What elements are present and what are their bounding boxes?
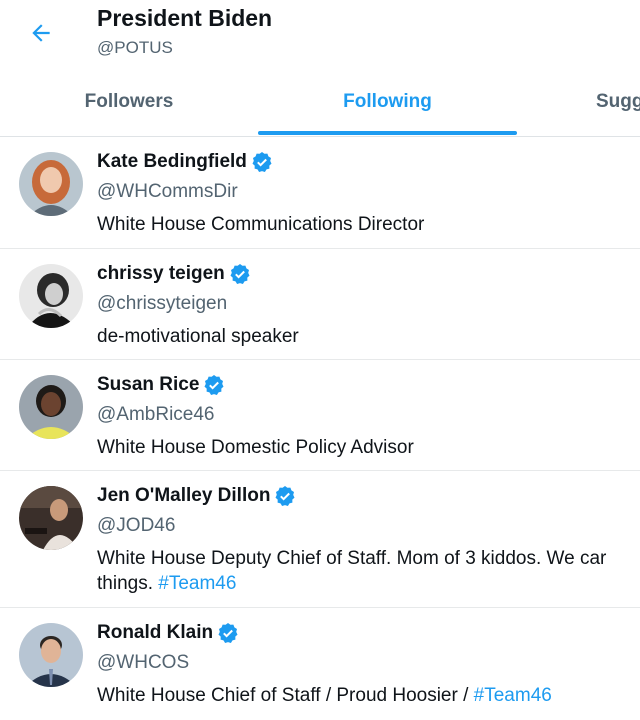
tab-bar: Followers Following Sugg xyxy=(0,68,640,137)
verified-badge-icon xyxy=(252,152,272,172)
hashtag-link[interactable]: #Team46 xyxy=(158,573,236,594)
avatar[interactable] xyxy=(19,152,83,216)
user-name[interactable]: Kate Bedingfield xyxy=(97,151,247,173)
list-item[interactable]: chrissy teigen @chrissyteigen de-motivat… xyxy=(0,249,640,360)
user-bio: White House Deputy Chief of Staff. Mom o… xyxy=(97,546,640,596)
bio-text: White House Chief of Staff / Proud Hoosi… xyxy=(97,685,474,706)
hashtag-link[interactable]: #Team46 xyxy=(474,685,552,706)
user-bio: White House Chief of Staff / Proud Hoosi… xyxy=(97,683,640,708)
user-bio: White House Domestic Policy Advisor xyxy=(97,437,414,458)
active-tab-indicator xyxy=(258,131,517,135)
user-name[interactable]: Susan Rice xyxy=(97,374,199,396)
user-handle: @AmbRice46 xyxy=(97,404,215,425)
user-handle: @WHCommsDir xyxy=(97,181,238,202)
bio-text: things. xyxy=(97,573,159,594)
verified-badge-icon xyxy=(204,375,224,395)
user-name[interactable]: Ronald Klain xyxy=(97,622,213,644)
bio-line: White House Deputy Chief of Staff. Mom o… xyxy=(97,548,607,569)
avatar[interactable] xyxy=(19,375,83,439)
avatar[interactable] xyxy=(19,623,83,687)
user-bio: White House Communications Director xyxy=(97,214,425,235)
list-item[interactable]: Ronald Klain @WHCOS White House Chief of… xyxy=(0,608,640,720)
following-list: Kate Bedingfield @WHCommsDir White House… xyxy=(0,137,640,720)
user-handle: @WHCOS xyxy=(97,652,190,673)
avatar[interactable] xyxy=(19,264,83,328)
bio-line: things. #Team46 xyxy=(97,571,640,596)
tab-followers[interactable]: Followers xyxy=(0,68,258,136)
verified-badge-icon xyxy=(230,264,250,284)
user-handle: @JOD46 xyxy=(97,515,176,536)
list-item[interactable]: Jen O'Malley Dillon @JOD46 White House D… xyxy=(0,471,640,608)
page-title: President Biden xyxy=(97,5,273,31)
page-handle: @POTUS xyxy=(97,38,173,57)
avatar[interactable] xyxy=(19,486,83,550)
user-bio: de-motivational speaker xyxy=(97,326,299,347)
user-handle: @chrissyteigen xyxy=(97,293,228,314)
list-item[interactable]: Kate Bedingfield @WHCommsDir White House… xyxy=(0,137,640,249)
tab-following[interactable]: Following xyxy=(258,68,517,136)
header: President Biden @POTUS xyxy=(0,0,640,68)
user-name[interactable]: chrissy teigen xyxy=(97,263,225,285)
back-arrow-icon[interactable] xyxy=(28,20,54,46)
tab-suggested[interactable]: Sugg xyxy=(596,68,640,136)
verified-badge-icon xyxy=(275,486,295,506)
verified-badge-icon xyxy=(218,623,238,643)
list-item[interactable]: Susan Rice @AmbRice46 White House Domest… xyxy=(0,360,640,471)
user-name[interactable]: Jen O'Malley Dillon xyxy=(97,485,270,507)
